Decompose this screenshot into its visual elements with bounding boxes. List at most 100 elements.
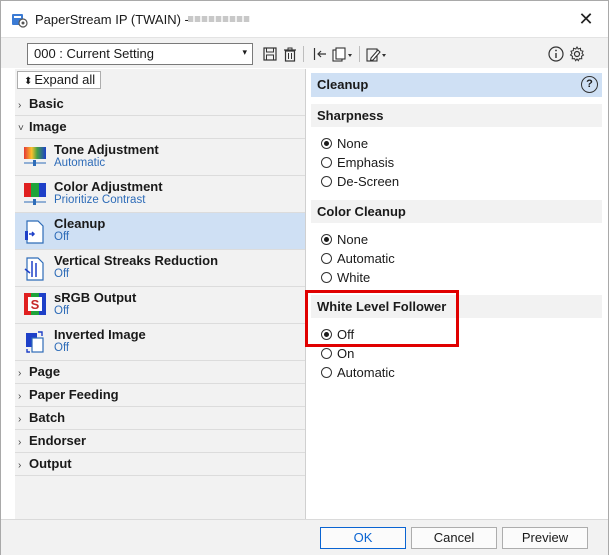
- close-button[interactable]: ✕: [567, 5, 605, 33]
- tree-item-cleanup[interactable]: Cleanup Off: [15, 213, 305, 250]
- tree-group-endorser[interactable]: › Endorser: [15, 430, 305, 453]
- srgb-icon-letter: S: [31, 297, 40, 312]
- tree-item-srgb-output[interactable]: S sRGB Output Off: [15, 287, 305, 324]
- paperstream-dialog: PaperStream IP (TWAIN) - ✕ 000 : Current…: [0, 0, 609, 555]
- radio-label: None: [337, 232, 369, 247]
- group-label: Basic: [29, 96, 64, 111]
- tree-group-basic[interactable]: › Basic: [15, 93, 305, 116]
- group-label: Endorser: [29, 433, 87, 448]
- window-title: PaperStream IP (TWAIN) -: [35, 12, 189, 27]
- profile-select-value: 000 : Current Setting: [34, 46, 154, 61]
- radio-label: De-Screen: [337, 174, 400, 189]
- group-label: Output: [29, 456, 72, 471]
- item-value: Off: [54, 268, 70, 280]
- group-label: Batch: [29, 410, 66, 425]
- radio-dot: [321, 157, 332, 168]
- cleanup-page-icon: [25, 220, 44, 244]
- radio-label: Automatic: [337, 365, 395, 380]
- copy-settings-icon[interactable]: [332, 46, 354, 62]
- toolbar-separator: [359, 46, 360, 62]
- chevron-down-icon: ▾: [242, 47, 247, 57]
- delete-icon[interactable]: [282, 46, 298, 62]
- radio-color-cleanup-none[interactable]: None: [321, 232, 368, 247]
- tree-item-tone-adjustment[interactable]: Tone Adjustment Automatic: [15, 139, 305, 176]
- radio-sharpness-descreen[interactable]: De-Screen: [321, 174, 399, 189]
- tree-item-vertical-streaks-reduction[interactable]: Vertical Streaks Reduction Off: [15, 250, 305, 287]
- settings-gear-icon[interactable]: [569, 46, 585, 62]
- radio-dot: [321, 234, 332, 245]
- radio-label: White: [337, 270, 371, 285]
- tree-group-page[interactable]: › Page: [15, 361, 305, 384]
- profile-select[interactable]: 000 : Current Setting ▾: [27, 43, 253, 65]
- section-color-cleanup: Color Cleanup: [311, 200, 602, 223]
- radio-dot: [321, 272, 332, 283]
- chevron-right-icon: ›: [18, 368, 22, 379]
- item-value: Off: [54, 342, 70, 354]
- item-name: Inverted Image: [54, 327, 146, 342]
- tree-group-image[interactable]: ˅ Image: [15, 116, 305, 139]
- expand-all-label: Expand all: [34, 72, 96, 87]
- radio-sharpness-none[interactable]: None: [321, 136, 368, 151]
- tree-item-inverted-image[interactable]: Inverted Image Off: [15, 324, 305, 361]
- toolbar: 000 : Current Setting ▾: [1, 37, 608, 68]
- ok-button[interactable]: OK: [320, 527, 406, 549]
- radio-label: On: [337, 346, 355, 361]
- title-bar: PaperStream IP (TWAIN) - ✕: [1, 1, 608, 37]
- undo-icon[interactable]: [312, 46, 328, 62]
- radio-label: None: [337, 136, 369, 151]
- color-bars-icon: [24, 183, 46, 197]
- tree-group-paper-feeding[interactable]: › Paper Feeding: [15, 384, 305, 407]
- item-name: Cleanup: [54, 216, 106, 231]
- section-title: Color Cleanup: [317, 204, 406, 219]
- radio-label: Automatic: [337, 251, 395, 266]
- chevron-right-icon: ›: [18, 391, 22, 402]
- tree-item-color-adjustment[interactable]: Color Adjustment Prioritize Contrast: [15, 176, 305, 213]
- cancel-button[interactable]: Cancel: [411, 527, 497, 549]
- radio-color-cleanup-automatic[interactable]: Automatic: [321, 251, 395, 266]
- chevron-right-icon: ›: [18, 460, 22, 471]
- slider-icon: [24, 199, 46, 205]
- group-label: Paper Feeding: [29, 387, 119, 402]
- section-sharpness: Sharpness: [311, 104, 602, 127]
- item-value: Automatic: [54, 157, 106, 169]
- close-icon: ✕: [578, 8, 594, 29]
- item-name: Tone Adjustment: [54, 142, 159, 157]
- group-label: Page: [29, 364, 61, 379]
- info-icon[interactable]: [548, 46, 564, 62]
- preview-button[interactable]: Preview: [502, 527, 588, 549]
- item-name: sRGB Output: [54, 290, 137, 305]
- srgb-icon: S: [24, 293, 46, 315]
- redacted-scanner-name: [188, 16, 250, 22]
- panel-header: Cleanup ?: [311, 73, 602, 97]
- app-icon: [12, 14, 28, 28]
- save-icon[interactable]: [262, 46, 278, 62]
- tree-group-batch[interactable]: › Batch: [15, 407, 305, 430]
- chevron-right-icon: ›: [18, 100, 22, 111]
- radio-label: Emphasis: [337, 155, 395, 170]
- panel-title: Cleanup: [317, 77, 369, 92]
- toolbar-separator: [303, 46, 304, 62]
- edit-settings-icon[interactable]: [366, 46, 388, 62]
- group-label: Image: [29, 119, 67, 134]
- section-title: Sharpness: [317, 108, 384, 123]
- radio-white-level-on[interactable]: On: [321, 346, 354, 361]
- expand-collapse-icon: ⬍: [24, 76, 33, 87]
- radio-dot: [321, 253, 332, 264]
- radio-dot: [321, 367, 332, 378]
- slider-icon: [24, 160, 46, 166]
- dialog-footer: OK Cancel Preview: [1, 519, 608, 555]
- radio-sharpness-emphasis[interactable]: Emphasis: [321, 155, 394, 170]
- item-name: Color Adjustment: [54, 179, 163, 194]
- help-icon[interactable]: ?: [581, 76, 598, 93]
- chevron-right-icon: ›: [18, 414, 22, 425]
- radio-white-level-automatic[interactable]: Automatic: [321, 365, 395, 380]
- tree-group-output[interactable]: › Output: [15, 453, 305, 476]
- item-value: Off: [54, 231, 70, 243]
- item-name: Vertical Streaks Reduction: [54, 253, 219, 268]
- chevron-right-icon: ›: [18, 437, 22, 448]
- radio-dot: [321, 138, 332, 149]
- radio-color-cleanup-white[interactable]: White: [321, 270, 370, 285]
- expand-all-button[interactable]: ⬍ Expand all: [17, 71, 101, 89]
- highlight-annotation-box: [305, 290, 459, 347]
- inverted-image-icon: [26, 331, 44, 353]
